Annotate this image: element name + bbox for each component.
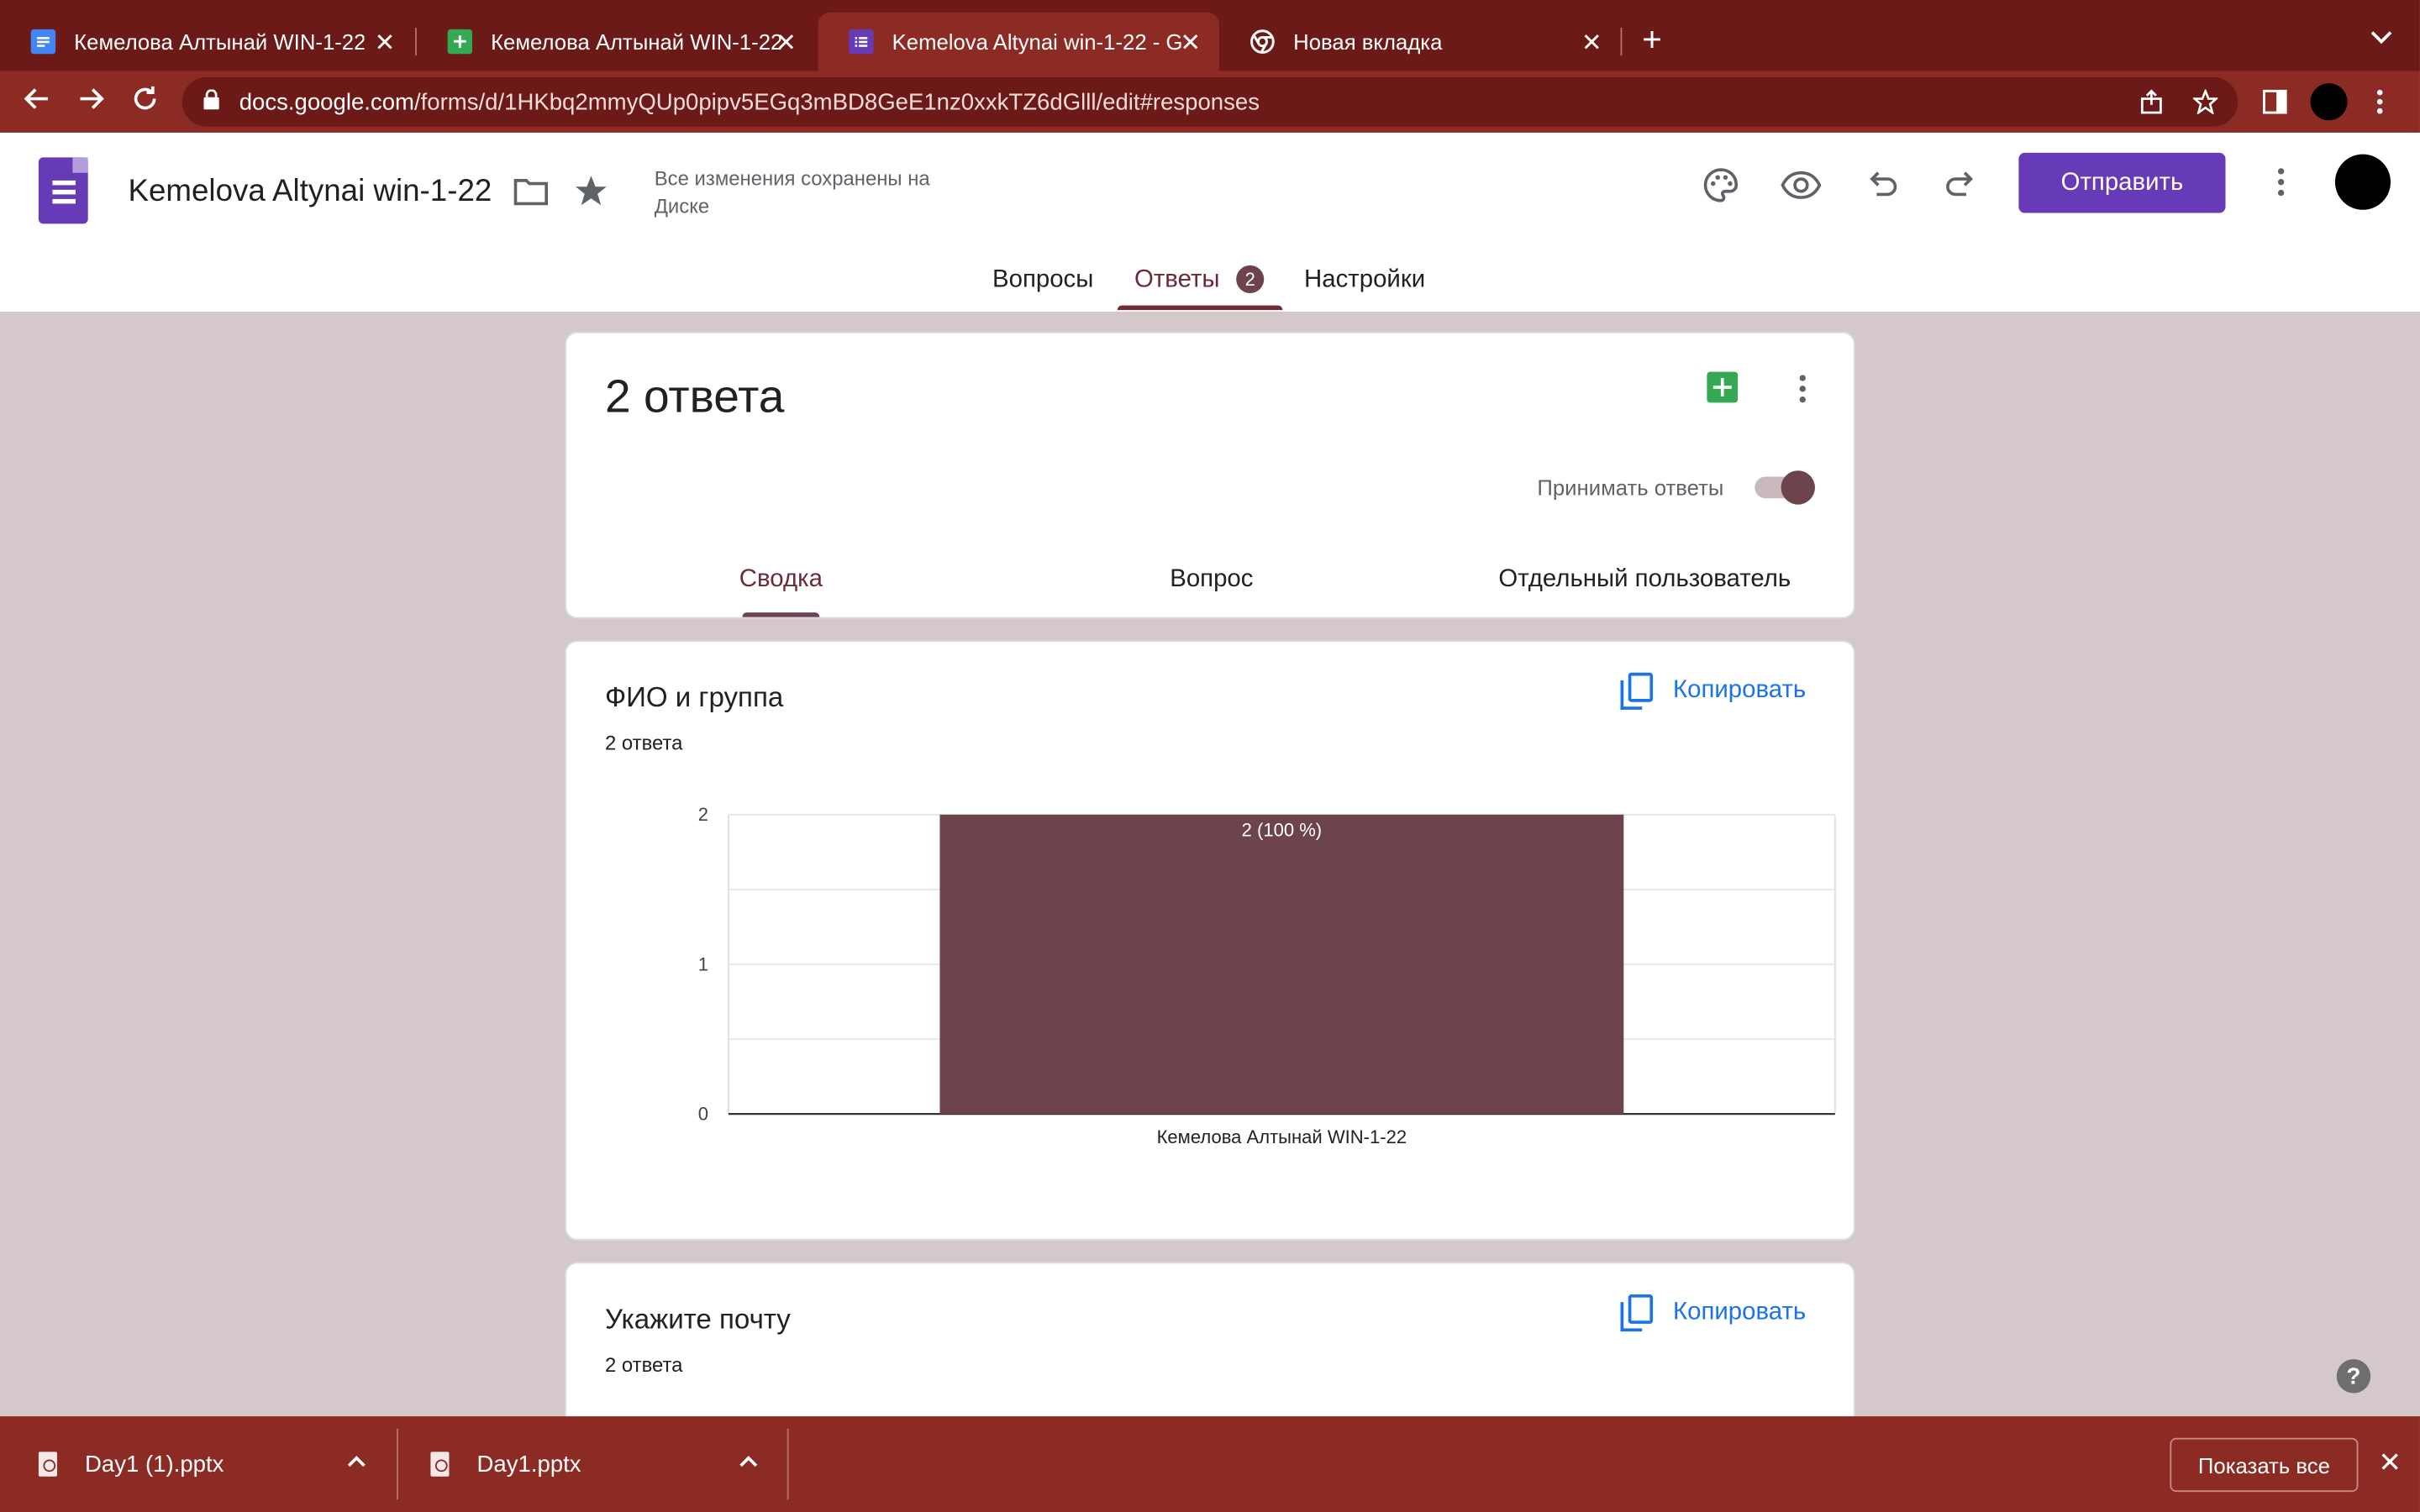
profile-avatar[interactable] xyxy=(2310,83,2348,121)
share-icon[interactable] xyxy=(2139,89,2164,123)
download-filename: Day1 (1).pptx xyxy=(85,1451,224,1478)
browser-toolbar: docs.google.com/forms/d/1HKbq2mmyQUp0pip… xyxy=(0,71,2420,133)
chevron-up-icon[interactable] xyxy=(739,1447,758,1475)
download-divider xyxy=(397,1428,398,1500)
subtab-question[interactable]: Вопрос xyxy=(1170,566,1253,594)
more-options-icon[interactable] xyxy=(1799,375,1806,407)
accepting-responses-toggle[interactable] xyxy=(1754,470,1815,505)
browser-tab[interactable]: Новая вкладка ✕ xyxy=(1219,13,1621,71)
copy-icon xyxy=(1620,672,1655,710)
copy-chart-button[interactable]: Копировать xyxy=(1620,672,1807,710)
active-subtab-indicator xyxy=(742,612,820,617)
close-tab-icon[interactable]: ✕ xyxy=(375,28,396,59)
forward-arrow-icon[interactable] xyxy=(76,83,107,123)
redo-icon[interactable] xyxy=(1944,166,1978,211)
browser-tab-active[interactable]: Kemelova Altynai win-1-22 - Go ✕ xyxy=(818,12,1219,71)
show-all-downloads-button[interactable]: Показать все xyxy=(2170,1437,2359,1493)
tab-title: Кемелова Алтынай WIN-1-22 xyxy=(491,29,781,55)
tab-title: Кемелова Алтынай WIN-1-22 xyxy=(74,29,365,55)
google-sheets-icon xyxy=(447,29,473,55)
google-docs-icon xyxy=(30,29,56,55)
active-tab-indicator xyxy=(1117,305,1283,311)
close-tab-icon[interactable]: ✕ xyxy=(776,28,797,59)
download-shelf: Day1 (1).pptx Day1.pptx Показать все ✕ xyxy=(0,1416,2420,1512)
chart-bar xyxy=(939,814,1624,1115)
forms-header: Kemelova Altynai win-1-22 Все изменения … xyxy=(0,132,2420,312)
browser-tab[interactable]: Кемелова Алтынай WIN-1-22 ✕ xyxy=(0,13,413,71)
url-domain: docs.google.com xyxy=(239,89,414,116)
tab-title: Новая вкладка xyxy=(1293,29,1443,55)
chrome-icon xyxy=(1250,29,1275,54)
copy-label: Копировать xyxy=(1672,677,1807,704)
browser-menu-icon[interactable] xyxy=(2376,89,2383,123)
download-item[interactable]: Day1.pptx xyxy=(430,1416,581,1512)
tab-settings[interactable]: Настройки xyxy=(1304,267,1425,295)
question-response-count: 2 ответа xyxy=(604,731,683,755)
file-icon xyxy=(38,1452,57,1477)
close-tab-icon[interactable]: ✕ xyxy=(1581,28,1602,59)
send-button[interactable]: Отправить xyxy=(2018,152,2226,213)
y-tick-label: 0 xyxy=(698,1103,708,1124)
y-tick-label: 1 xyxy=(698,953,708,974)
save-status-text: Все изменения сохранены на Диске xyxy=(654,166,930,218)
question-title: ФИО и группа xyxy=(604,681,784,713)
browser-tab[interactable]: Кемелова Алтынай WIN-1-22 ✕ xyxy=(417,13,815,71)
tab-responses[interactable]: Ответы xyxy=(1134,267,1220,295)
palette-icon[interactable] xyxy=(1702,166,1739,211)
lock-icon[interactable] xyxy=(203,89,219,110)
star-icon[interactable] xyxy=(574,175,608,217)
tab-divider xyxy=(1620,28,1623,56)
bookmark-star-icon[interactable] xyxy=(2191,87,2219,123)
address-bar[interactable]: docs.google.com/forms/d/1HKbq2mmyQUp0pip… xyxy=(182,76,2238,127)
subtab-summary[interactable]: Сводка xyxy=(739,566,823,594)
account-avatar[interactable] xyxy=(2334,154,2391,210)
back-arrow-icon[interactable] xyxy=(22,83,53,123)
accepting-responses-label: Принимать ответы xyxy=(1537,475,1724,501)
folder-icon[interactable] xyxy=(513,176,549,214)
responses-count-badge: 2 xyxy=(1236,265,1265,293)
browser-tab-strip: Кемелова Алтынай WIN-1-22 ✕ Кемелова Алт… xyxy=(0,0,2420,71)
undo-icon[interactable] xyxy=(1865,166,1898,211)
google-forms-logo-icon[interactable] xyxy=(38,157,88,224)
tab-questions[interactable]: Вопросы xyxy=(992,267,1093,295)
copy-chart-button[interactable]: Копировать xyxy=(1620,1294,1807,1332)
reload-icon[interactable] xyxy=(129,83,160,123)
new-tab-button[interactable]: + xyxy=(1642,21,1662,59)
tab-title: Kemelova Altynai win-1-22 - Go xyxy=(892,29,1182,55)
url-path: /forms/d/1HKbq2mmyQUp0pipv5EGq3mBD8GeE1n… xyxy=(413,89,1260,116)
responses-summary-card: 2 ответа Принимать ответы Сводка Вопрос … xyxy=(565,331,1855,619)
more-options-icon[interactable] xyxy=(2277,168,2285,203)
close-icon[interactable]: ✕ xyxy=(2378,1447,2402,1480)
form-title[interactable]: Kemelova Altynai win-1-22 xyxy=(128,175,492,210)
download-filename: Day1.pptx xyxy=(476,1451,581,1478)
url-text[interactable]: docs.google.com/forms/d/1HKbq2mmyQUp0pip… xyxy=(239,90,1260,116)
question-summary-card: ФИО и группа 2 ответа Копировать 0 1 2 2 (1… xyxy=(565,640,1855,1241)
copy-label: Копировать xyxy=(1672,1299,1807,1326)
tab-search-chevron-icon[interactable] xyxy=(2370,24,2392,49)
link-to-sheets-icon[interactable] xyxy=(1707,371,1739,403)
download-divider xyxy=(786,1428,789,1500)
side-panel-icon[interactable] xyxy=(2262,89,2287,123)
question-response-count: 2 ответа xyxy=(604,1352,683,1377)
responses-count-title: 2 ответа xyxy=(604,371,785,423)
help-icon[interactable]: ? xyxy=(2336,1359,2371,1394)
copy-icon xyxy=(1620,1294,1655,1332)
chevron-up-icon[interactable] xyxy=(347,1447,366,1475)
subtab-individual[interactable]: Отдельный пользователь xyxy=(1498,566,1791,594)
file-icon xyxy=(430,1452,450,1477)
question-title: Укажите почту xyxy=(604,1304,791,1335)
y-tick-label: 2 xyxy=(698,804,708,825)
preview-eye-icon[interactable] xyxy=(1781,166,1822,211)
download-item[interactable]: Day1 (1).pptx xyxy=(38,1416,224,1512)
x-category-label: Кемелова Алтынай WIN-1-22 xyxy=(1157,1126,1407,1147)
close-tab-icon[interactable]: ✕ xyxy=(1180,28,1201,59)
responses-bar-chart: 0 1 2 2 (100 %) Кемелова Алтынай WIN-1-22 xyxy=(698,804,1836,1147)
google-forms-icon xyxy=(849,29,874,55)
bar-data-label: 2 (100 %) xyxy=(1242,819,1323,840)
